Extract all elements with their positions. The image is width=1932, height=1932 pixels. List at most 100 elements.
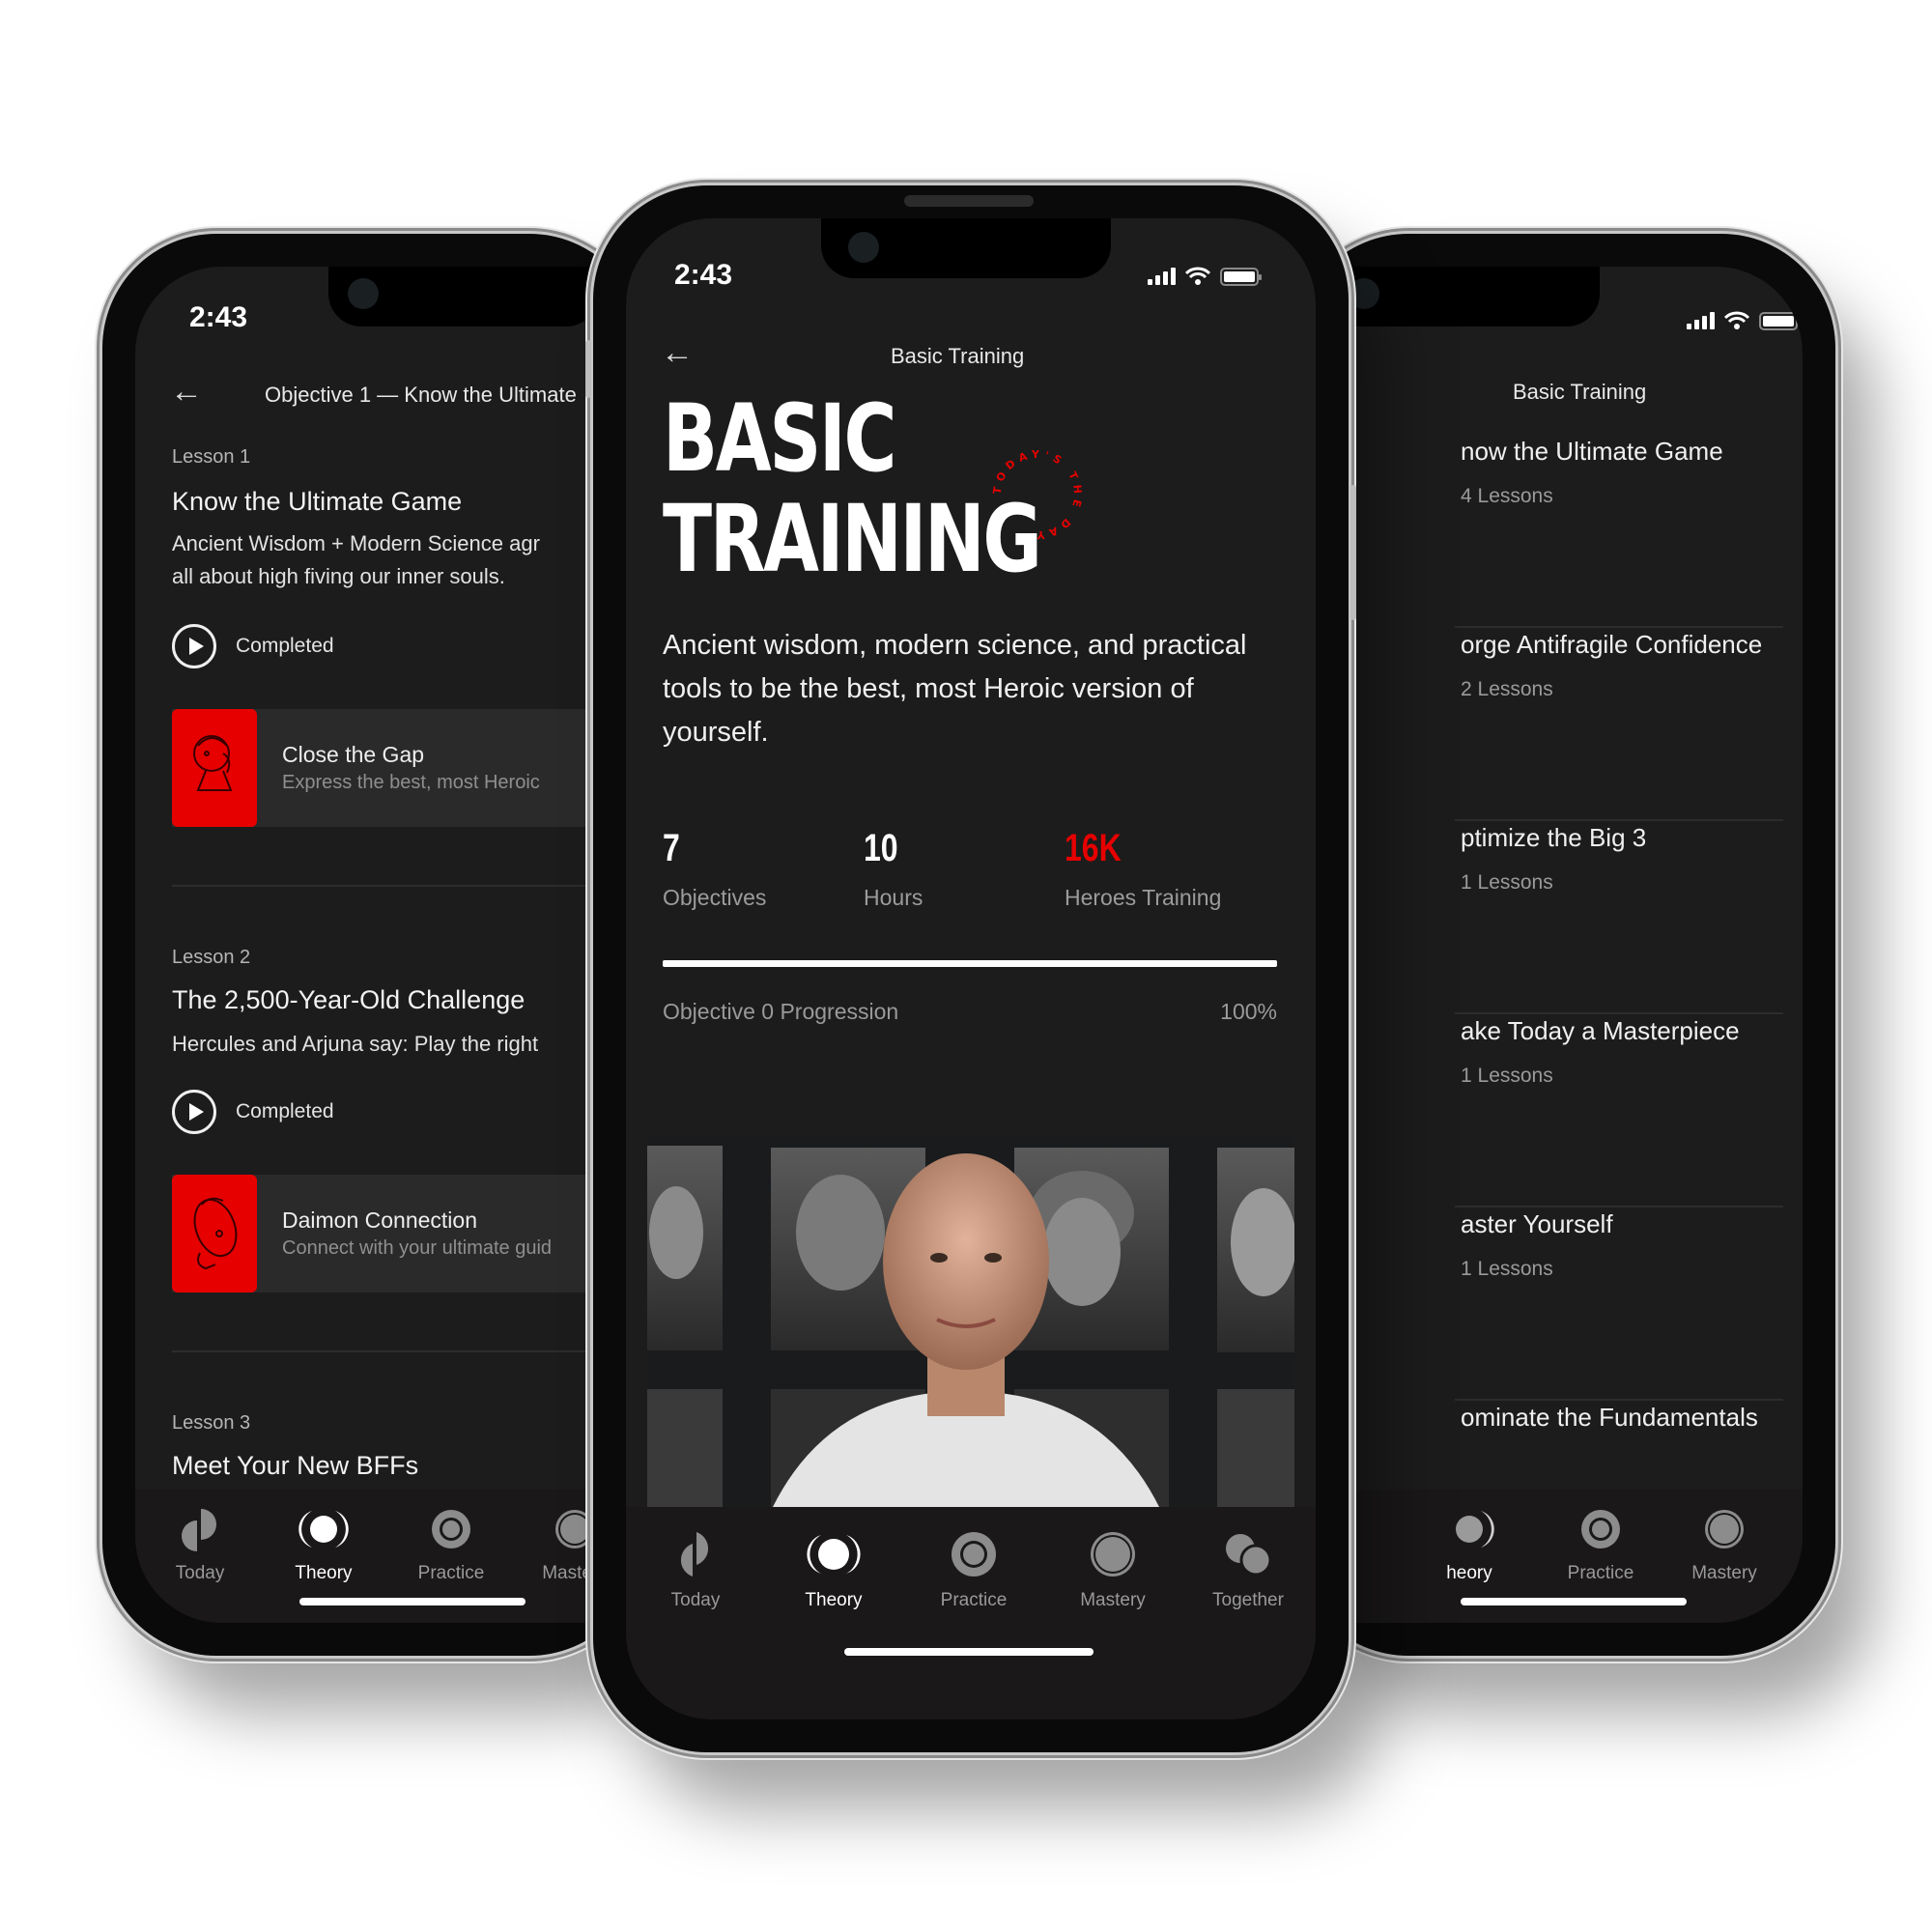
play-circle-icon[interactable] (172, 1090, 216, 1134)
volume-button (585, 340, 591, 398)
lesson-status[interactable]: Completed (172, 624, 334, 668)
divider (1455, 819, 1783, 821)
battery-icon (1220, 267, 1262, 286)
tab-theory[interactable]: heory (1426, 1507, 1513, 1584)
front-camera (848, 232, 879, 263)
tab-mastery[interactable]: Mastery (1671, 1507, 1777, 1584)
front-camera (1349, 278, 1379, 309)
home-indicator (299, 1598, 526, 1605)
tab-label: Practice (417, 1563, 485, 1583)
nav-title: Objective 1 — Know the Ultimate (265, 383, 577, 407)
lesson-description: Hercules and Arjuna say: Play the right (172, 1028, 538, 1061)
nav-title: Basic Training (891, 344, 1025, 368)
statue-head-icon (172, 1175, 257, 1293)
home-indicator (1461, 1598, 1687, 1605)
stat-objectives-value: 7 (663, 827, 680, 869)
lesson-title[interactable]: The 2,500-Year-Old Challenge (172, 985, 525, 1015)
tab-today[interactable]: Today (647, 1530, 744, 1611)
divider (1455, 1399, 1783, 1401)
tab-today[interactable]: Today (156, 1507, 243, 1584)
tab-together[interactable]: Together (1190, 1530, 1306, 1611)
play-circle-icon[interactable] (172, 624, 216, 668)
tab-practice[interactable]: Practice (916, 1530, 1032, 1611)
card-subtitle: Connect with your ultimate guid (282, 1237, 553, 1259)
card-subtitle: Express the best, most Heroic (282, 772, 540, 793)
today-half-circles-icon (182, 1509, 216, 1551)
speaker (904, 195, 1034, 207)
tab-label: Theory (295, 1563, 353, 1583)
status-text: Completed (236, 635, 334, 657)
tab-label: Practice (1567, 1563, 1634, 1583)
tab-theory[interactable]: Theory (781, 1530, 887, 1611)
tab-label: Theory (805, 1590, 863, 1610)
lesson-title[interactable]: Know the Ultimate Game (172, 487, 462, 517)
status-icons (1687, 311, 1801, 330)
objective-lessons: 1 Lessons (1461, 1065, 1553, 1087)
progress-percent: 100% (1220, 999, 1277, 1024)
tab-label: Today (670, 1590, 721, 1610)
tab-mastery[interactable]: Mastery (1055, 1530, 1171, 1611)
battery-icon (1759, 311, 1801, 330)
lesson-label: Lesson 2 (172, 947, 251, 968)
intro-text: Ancient wisdom, modern science, and prac… (663, 630, 1247, 748)
stat-heroes-label: Heroes Training (1065, 885, 1222, 910)
tab-label: Today (175, 1563, 225, 1583)
cellular-signal-icon (1148, 268, 1176, 285)
lesson-description-line: all about high fiving our inner souls. (172, 564, 505, 588)
divider (1455, 1012, 1783, 1014)
divider (1455, 1206, 1783, 1208)
tab-theory[interactable]: Theory (270, 1507, 377, 1584)
lesson-status[interactable]: Completed (172, 1090, 334, 1134)
objective-title: now the Ultimate Game (1461, 437, 1723, 466)
tab-practice[interactable]: Practice (1548, 1507, 1654, 1584)
theory-overlapping-circles-icon (298, 1511, 349, 1548)
practice-ring-icon (1581, 1510, 1620, 1548)
todays-the-day-badge: TODAY'S THE DAY (991, 448, 1080, 541)
theory-overlapping-circles-icon (1456, 1511, 1494, 1548)
mastery-ring-icon (555, 1510, 594, 1548)
theory-overlapping-circles-icon (807, 1535, 861, 1574)
instructor-video[interactable] (647, 1136, 1294, 1507)
objective-title: ominate the Fundamentals (1461, 1403, 1758, 1432)
front-camera (348, 278, 379, 309)
progress-fill (663, 960, 1277, 967)
cellular-signal-icon (1687, 312, 1715, 329)
lesson-description: Ancient Wisdom + Modern Science agr all … (172, 527, 540, 593)
tab-bar: Today Theory Practice Mastery Together (626, 1507, 1316, 1719)
lesson-description-line: Hercules and Arjuna say: Play the right (172, 1032, 539, 1056)
stat-objectives-label: Objectives (663, 885, 767, 910)
objective-title: ake Today a Masterpiece (1461, 1016, 1740, 1045)
tab-together[interactable]: Together (1797, 1507, 1803, 1584)
objective-lessons: 1 Lessons (1461, 871, 1553, 894)
objective-lessons: 2 Lessons (1461, 678, 1553, 700)
stat-heroes-value: 16K (1065, 827, 1122, 869)
wifi-icon (1724, 311, 1749, 329)
instructor-portrait-image (647, 1136, 1294, 1507)
wifi-icon (1185, 267, 1210, 285)
objective-lessons: 4 Lessons (1461, 485, 1553, 507)
practice-ring-icon (432, 1510, 470, 1548)
divider (1455, 626, 1783, 628)
back-arrow-icon[interactable]: ← (170, 375, 203, 408)
back-arrow-icon[interactable]: ← (661, 336, 694, 369)
lesson-label: Lesson 1 (172, 446, 251, 468)
together-circles-icon (1226, 1534, 1272, 1577)
badge-text: TODAY'S THE DAY (991, 448, 1080, 541)
card-title: Daimon Connection (282, 1208, 478, 1233)
tab-label: heory (1446, 1563, 1492, 1583)
lesson-label: Lesson 3 (172, 1412, 251, 1434)
objective-title: aster Yourself (1461, 1209, 1613, 1238)
status-text: Completed (236, 1100, 334, 1122)
mastery-ring-icon (1091, 1532, 1135, 1577)
lesson-title[interactable]: Meet Your New BFFs (172, 1451, 418, 1481)
tab-label: Mastery (1691, 1563, 1757, 1583)
tab-practice[interactable]: Practice (398, 1507, 504, 1584)
status-icons (1148, 267, 1262, 286)
stat-hours-value: 10 (864, 827, 898, 869)
objective-title: ptimize the Big 3 (1461, 823, 1647, 852)
today-half-circles-icon (680, 1532, 709, 1577)
center-phone: 2:43 ← Basic Training BASIC TRAINING TOD… (585, 185, 1356, 1752)
objective-title: orge Antifragile Confidence (1461, 630, 1763, 659)
tab-label: Practice (940, 1590, 1008, 1610)
status-time: 2:43 (189, 301, 248, 333)
